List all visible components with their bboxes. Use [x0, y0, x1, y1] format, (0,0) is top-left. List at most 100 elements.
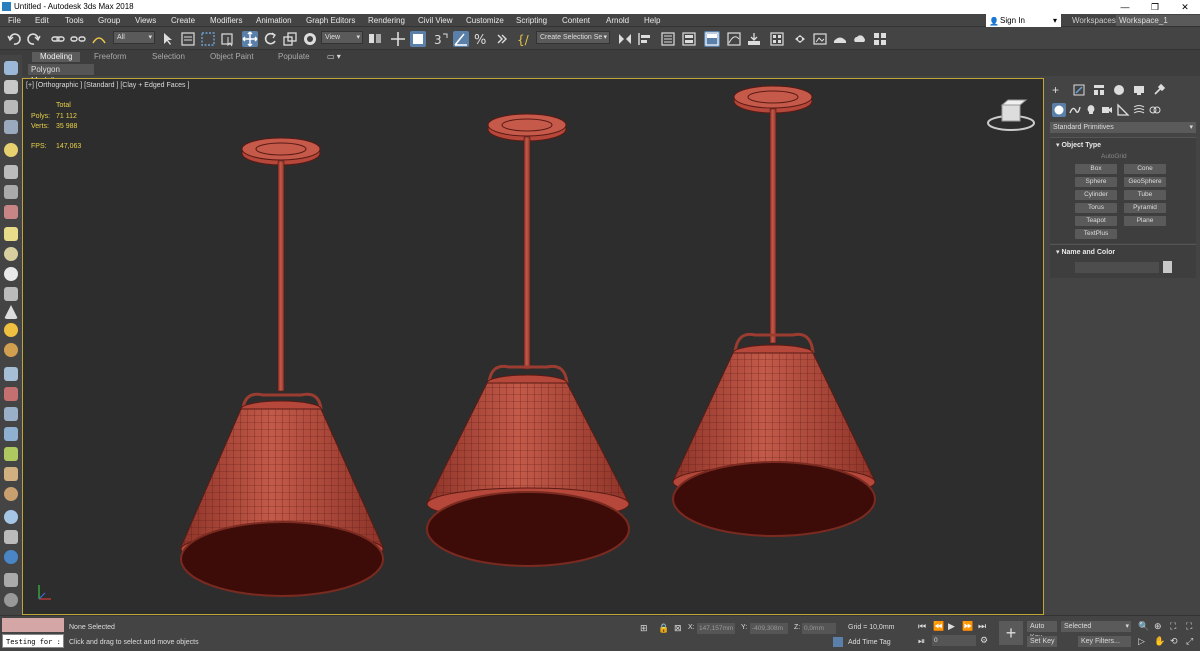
name-and-color-title[interactable]: ▾ Name and Color [1056, 248, 1115, 256]
create-selection-set-icon[interactable] [4, 80, 18, 94]
layer-side-icon[interactable] [4, 120, 18, 134]
next-frame-icon[interactable]: ⏩ [962, 621, 973, 632]
select-and-scale-icon[interactable] [282, 31, 298, 47]
menu-customize[interactable]: Customize [466, 16, 504, 25]
pendant-lamp-2[interactable] [426, 113, 630, 567]
teapot-button[interactable]: Teapot [1075, 216, 1117, 226]
menu-help[interactable]: Help [644, 16, 660, 25]
material-editor-icon[interactable] [769, 31, 785, 47]
character-icon[interactable] [4, 407, 18, 421]
shapes-category-icon[interactable] [1068, 103, 1082, 117]
set-keys-icon[interactable]: + [999, 621, 1023, 645]
reference-coordinate-dropdown[interactable]: View ▾ [321, 31, 363, 44]
autogrid-checkbox[interactable]: AutoGrid [1101, 153, 1127, 160]
time-tag-icon[interactable] [833, 637, 843, 647]
menu-group[interactable]: Group [98, 16, 120, 25]
torus-button[interactable]: Torus [1075, 203, 1117, 213]
pivot-center-icon[interactable] [367, 31, 383, 47]
menu-civil-view[interactable]: Civil View [418, 16, 453, 25]
lights-category-icon[interactable] [1084, 103, 1098, 117]
textplus-button[interactable]: TextPlus [1075, 229, 1117, 239]
material-sphere-icon[interactable] [4, 510, 18, 524]
unlink-icon[interactable] [70, 31, 86, 47]
object-category-dropdown[interactable]: Standard Primitives ▾ [1050, 122, 1196, 133]
torus-icon[interactable] [4, 343, 18, 357]
field-of-view-icon[interactable]: ▷ [1138, 636, 1145, 647]
select-and-rotate-icon[interactable] [262, 31, 278, 47]
sun-light-icon[interactable] [4, 323, 18, 337]
curve-editor-icon[interactable] [726, 31, 742, 47]
align-icon[interactable] [637, 31, 653, 47]
viewcube[interactable] [987, 99, 1035, 131]
ribbon-options-icon[interactable]: ▭ ▾ [327, 52, 341, 62]
x-coordinate-field[interactable]: 147,157mm [697, 623, 735, 634]
menu-file[interactable]: File [8, 16, 21, 25]
terrain-icon[interactable] [4, 487, 18, 501]
box-primitive-icon[interactable] [4, 227, 18, 241]
camera-icon[interactable] [4, 185, 18, 199]
keyboard-shortcut-override-icon[interactable] [410, 31, 426, 47]
scene-explorer-icon[interactable] [660, 31, 676, 47]
maximize-button[interactable]: ❐ [1140, 0, 1170, 14]
schematic-view-icon[interactable] [746, 31, 762, 47]
helper-icon[interactable] [4, 165, 18, 179]
zoom-extents-all-icon[interactable]: ⛶ [1186, 621, 1192, 632]
selection-lock-icon[interactable]: 🔒 [658, 623, 669, 634]
tab-modeling[interactable]: Modeling [32, 52, 81, 62]
menu-rendering[interactable]: Rendering [368, 16, 405, 25]
go-to-start-icon[interactable]: ⏮ [918, 621, 926, 632]
spinner-snap-icon[interactable] [493, 31, 509, 47]
add-time-tag[interactable]: Add Time Tag [848, 639, 891, 646]
systems-category-icon[interactable] [1148, 103, 1162, 117]
helpers-category-icon[interactable] [1116, 103, 1130, 117]
tab-selection[interactable]: Selection [152, 52, 185, 62]
layer-explorer-icon[interactable] [681, 31, 697, 47]
zoom-all-icon[interactable]: ⊕ [1154, 621, 1162, 632]
cylinder-button[interactable]: Cylinder [1075, 190, 1117, 200]
maxscript-mini-listener-input[interactable]: Testing for : [2, 634, 64, 648]
tube-button[interactable]: Tube [1124, 190, 1166, 200]
tab-freeform[interactable]: Freeform [94, 52, 126, 62]
previous-frame-icon[interactable]: ⏪ [933, 621, 944, 632]
auto-key-button[interactable]: Auto Key [1027, 621, 1057, 641]
hierarchy-tab-icon[interactable] [1092, 83, 1106, 97]
select-by-name-icon[interactable] [180, 31, 196, 47]
particle-system-icon[interactable] [4, 367, 18, 381]
toggle-ribbon-icon[interactable] [704, 31, 720, 47]
plane-button[interactable]: Plane [1124, 216, 1166, 226]
menu-views[interactable]: Views [135, 16, 156, 25]
menu-scripting[interactable]: Scripting [516, 16, 547, 25]
select-object-icon[interactable] [160, 31, 176, 47]
environment-icon[interactable] [4, 550, 18, 564]
render-in-cloud-icon[interactable] [852, 31, 868, 47]
select-and-place-icon[interactable] [302, 31, 318, 47]
geosphere-icon[interactable] [4, 267, 18, 281]
render-setup-icon[interactable] [792, 31, 808, 47]
maximize-viewport-icon[interactable]: ⤢ [1186, 636, 1193, 647]
motion-tab-icon[interactable] [1112, 83, 1126, 97]
time-configuration-icon[interactable]: ⚙ [980, 635, 988, 646]
minimize-button[interactable]: — [1110, 0, 1140, 14]
orbit-icon[interactable]: ⟲ [1170, 636, 1178, 647]
zoom-extents-icon[interactable]: ⛶ [1170, 621, 1176, 632]
space-warp-icon[interactable] [4, 205, 18, 219]
mirror-icon[interactable] [617, 31, 633, 47]
geosphere-button[interactable]: GeoSphere [1124, 177, 1166, 187]
maxscript-mini-listener-top[interactable] [2, 618, 64, 632]
tab-populate[interactable]: Populate [278, 52, 310, 62]
percent-snap-icon[interactable]: % [473, 31, 489, 47]
workspace-dropdown[interactable]: Workspace_1 [1116, 15, 1200, 26]
redo-icon[interactable] [26, 31, 42, 47]
object-color-swatch[interactable] [1163, 261, 1172, 273]
window-crossing-icon[interactable] [220, 31, 236, 47]
display-tab-icon[interactable] [1132, 83, 1146, 97]
go-to-end-icon[interactable]: ⏭ [978, 621, 986, 632]
menu-modifiers[interactable]: Modifiers [210, 16, 242, 25]
menu-animation[interactable]: Animation [256, 16, 292, 25]
utilities-tab-icon[interactable] [1152, 83, 1166, 97]
selection-filter-dropdown[interactable]: All ▾ [113, 31, 155, 44]
pan-icon[interactable]: ✋ [1154, 636, 1165, 647]
render-element-icon[interactable] [4, 530, 18, 544]
edit-named-selection-icon[interactable]: {/ [516, 31, 532, 47]
shapes-icon[interactable] [4, 287, 18, 301]
